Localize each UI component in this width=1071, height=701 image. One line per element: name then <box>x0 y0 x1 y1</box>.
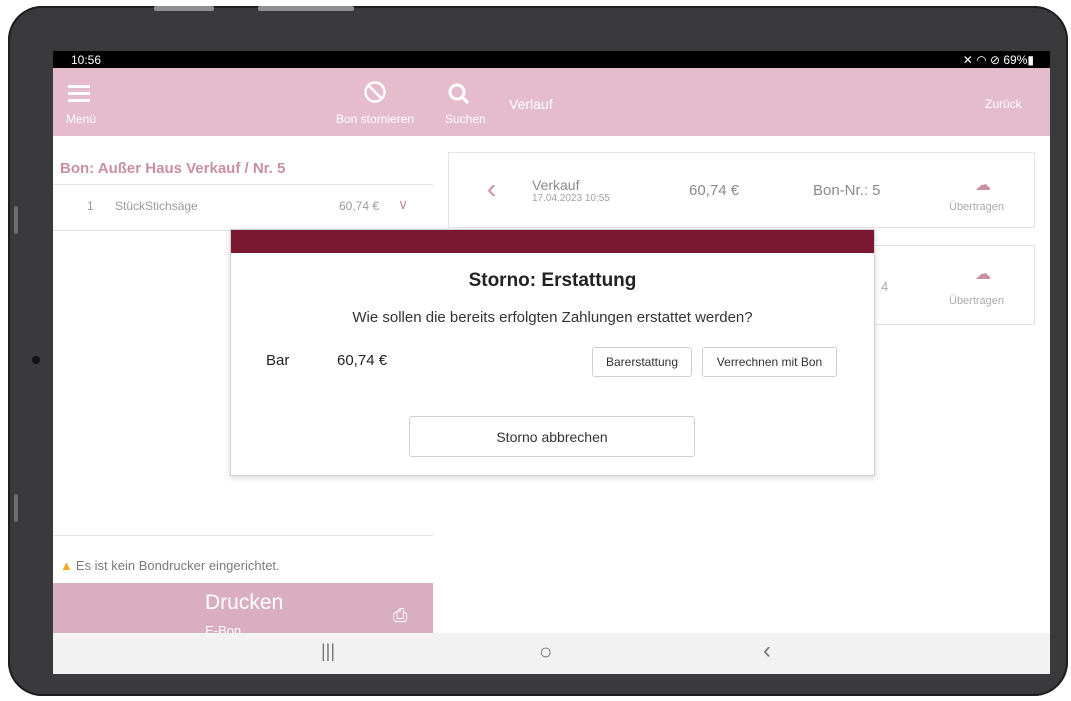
menu-label: Menü <box>66 112 97 126</box>
search-button[interactable]: Suchen <box>433 68 493 136</box>
divider <box>53 535 433 536</box>
payment-method: Bar <box>266 352 290 369</box>
screen: 10:56 ✕ ◠ ⊘ 69%▮ Menü Bon stornieren Bon… <box>53 51 1050 674</box>
menu-button[interactable]: Menü <box>53 68 123 136</box>
history-datetime: 17.04.2023 10:55 <box>532 193 610 204</box>
warning-icon: ▲ <box>60 558 73 573</box>
printer-warning: ▲ Es ist kein Bondrucker eingerichtet. <box>60 558 280 573</box>
payment-amount: 60,74 € <box>337 352 388 369</box>
chevron-down-icon[interactable]: ∨ <box>398 196 408 213</box>
search-label: Suchen <box>445 112 486 126</box>
upload-label: Übertragen <box>949 295 1005 307</box>
cancel-bon-label: Bon stornieren <box>336 112 415 126</box>
offset-with-bon-button[interactable]: Verrechnen mit Bon <box>702 347 837 377</box>
refund-dialog: Storno: Erstattung Wie sollen die bereit… <box>230 229 875 476</box>
cloud-upload-icon[interactable]: ☁ <box>975 175 991 195</box>
recents-button[interactable]: ||| <box>321 641 335 662</box>
home-button[interactable]: ○ <box>539 639 552 665</box>
history-bon-nr: Bon-Nr.: 5 <box>813 182 881 199</box>
power-button <box>258 6 354 11</box>
cloud-upload-icon[interactable]: ☁ <box>975 264 991 284</box>
status-indicators: ✕ ◠ ⊘ 69%▮ <box>962 53 1034 67</box>
dialog-header-bar <box>231 230 874 253</box>
side-button-bottom <box>14 494 18 522</box>
upload-label: Übertragen <box>949 201 1005 213</box>
search-icon <box>448 83 470 105</box>
no-sign-icon <box>364 81 386 103</box>
print-label: Drucken <box>205 591 284 614</box>
right-toolbar: Suchen Verlauf Zurück <box>433 68 1050 136</box>
item-price: 60,74 € <box>339 199 380 213</box>
page-title: Verlauf <box>509 96 553 112</box>
history-type: Verkauf <box>532 177 580 193</box>
dialog-message: Wie sollen die bereits erfolgten Zahlung… <box>352 309 753 326</box>
front-camera <box>32 356 40 364</box>
abort-storno-button[interactable]: Storno abbrechen <box>409 416 695 457</box>
volume-button <box>154 6 214 11</box>
left-toolbar: Menü Bon stornieren <box>53 68 433 136</box>
item-name: StückStichsäge <box>115 199 198 213</box>
dialog-title: Storno: Erstattung <box>468 270 637 291</box>
printer-qr-icon: ⎙ <box>393 605 408 625</box>
cancel-bon-button[interactable]: Bon stornieren <box>323 68 433 136</box>
history-bon-nr: 4 <box>881 279 889 294</box>
back-button[interactable]: Zurück <box>985 97 1022 111</box>
chevron-left-icon[interactable]: ‹ <box>487 173 496 205</box>
status-bar: 10:56 ✕ ◠ ⊘ 69%▮ <box>53 51 1050 68</box>
cash-refund-button[interactable]: Barerstattung <box>592 347 692 377</box>
history-amount: 60,74 € <box>689 182 740 199</box>
side-button-top <box>14 206 18 234</box>
status-time: 10:56 <box>71 53 102 67</box>
history-card[interactable]: ‹ Verkauf 17.04.2023 10:55 60,74 € Bon-N… <box>448 152 1035 228</box>
item-qty: 1 <box>87 199 94 213</box>
tablet-frame: 10:56 ✕ ◠ ⊘ 69%▮ Menü Bon stornieren Bon… <box>8 6 1068 696</box>
system-nav-bar: ||| ○ ‹ <box>53 633 1050 674</box>
order-item-row[interactable]: 1 StückStichsäge 60,74 € ∨ <box>53 185 433 230</box>
hamburger-icon <box>68 85 90 102</box>
order-title: Bon: Außer Haus Verkauf / Nr. 5 <box>60 160 286 177</box>
back-nav-button[interactable]: ‹ <box>763 637 771 665</box>
warning-text: Es ist kein Bondrucker eingerichtet. <box>75 558 280 573</box>
